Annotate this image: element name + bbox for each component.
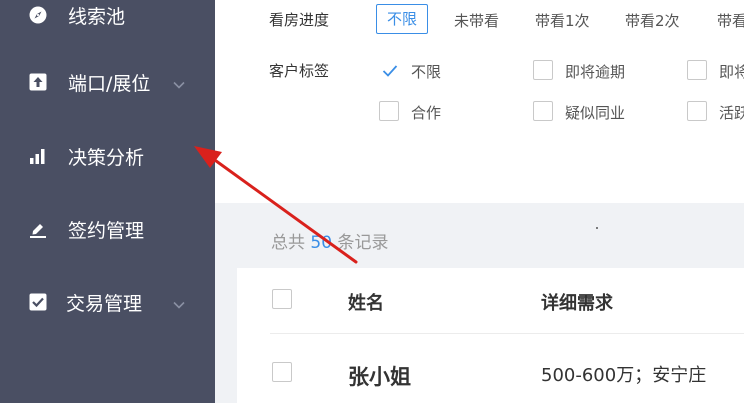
sidebar-item-ports-booths[interactable]: 端口/展位	[0, 62, 215, 102]
viewing-progress-option-not-viewed[interactable]: 未带看	[454, 10, 499, 31]
record-summary: 总共 50 条记录	[271, 228, 388, 253]
row-checkbox[interactable]	[272, 362, 292, 382]
select-all-checkbox[interactable]	[272, 289, 292, 309]
record-count: 50	[310, 233, 333, 253]
tag-label-about-to-expire: 即将逾期	[565, 63, 626, 81]
sidebar-item-transaction-management[interactable]: 交易管理	[0, 282, 215, 322]
viewing-progress-option-unlimited[interactable]: 不限	[376, 4, 429, 34]
tag-checkbox-active[interactable]	[687, 101, 707, 121]
tag-label-cooperation: 合作	[411, 104, 442, 122]
column-header-requirements: 详细需求	[541, 293, 613, 314]
filter-panel: 看房进度 不限 未带看 带看1次 带看2次 带看 客户标签 不限 即将逾期 即将…	[215, 0, 744, 203]
customer-name[interactable]: 张小姐	[348, 361, 411, 391]
upload-icon	[29, 73, 47, 91]
tag-checkbox-unlimited[interactable]	[379, 60, 399, 80]
sidebar-item-label: 线索池	[68, 5, 126, 28]
tag-label-suspected-peer: 疑似同业	[565, 104, 626, 122]
viewing-progress-label: 看房进度	[269, 11, 330, 29]
pencil-icon	[29, 220, 47, 238]
tag-label-active: 活跃	[719, 104, 744, 122]
sidebar-item-label: 签约管理	[68, 219, 145, 242]
sidebar-item-label: 交易管理	[66, 292, 143, 315]
sidebar: 线索池 端口/展位 决策分析 签约管理 交易管理	[0, 0, 215, 403]
tag-checkbox-about-to[interactable]	[687, 60, 707, 80]
summary-suffix: 条记录	[337, 233, 389, 253]
checkbox-icon	[29, 293, 47, 311]
viewing-progress-option-viewed-once[interactable]: 带看1次	[535, 10, 590, 31]
viewing-progress-option-more[interactable]: 带看	[717, 10, 744, 31]
column-header-name: 姓名	[348, 293, 384, 314]
tag-checkbox-cooperation[interactable]	[379, 101, 399, 121]
customer-requirement: 500-600万；安宁庄	[541, 365, 707, 386]
tag-checkbox-about-to-expire[interactable]	[533, 60, 553, 80]
viewing-progress-option-viewed-twice[interactable]: 带看2次	[625, 10, 680, 31]
sidebar-item-label: 决策分析	[68, 146, 145, 169]
chevron-down-icon	[172, 295, 186, 309]
summary-prefix: 总共	[271, 233, 305, 253]
sidebar-item-clue-pool[interactable]: 线索池	[0, 0, 215, 35]
tag-checkbox-suspected-peer[interactable]	[533, 101, 553, 121]
stray-dot	[596, 227, 598, 229]
checkmark-icon	[382, 65, 398, 77]
customer-tags-label: 客户标签	[269, 62, 330, 80]
compass-icon	[29, 6, 47, 24]
bar-chart-icon	[29, 147, 47, 165]
sidebar-item-contract-management[interactable]: 签约管理	[0, 209, 215, 249]
tag-label-unlimited: 不限	[411, 63, 442, 81]
sidebar-item-label: 端口/展位	[68, 72, 151, 95]
header-divider	[270, 333, 744, 334]
tag-label-about-to: 即将	[719, 63, 744, 81]
chevron-down-icon	[172, 75, 186, 89]
sidebar-item-decision-analysis[interactable]: 决策分析	[0, 136, 215, 176]
